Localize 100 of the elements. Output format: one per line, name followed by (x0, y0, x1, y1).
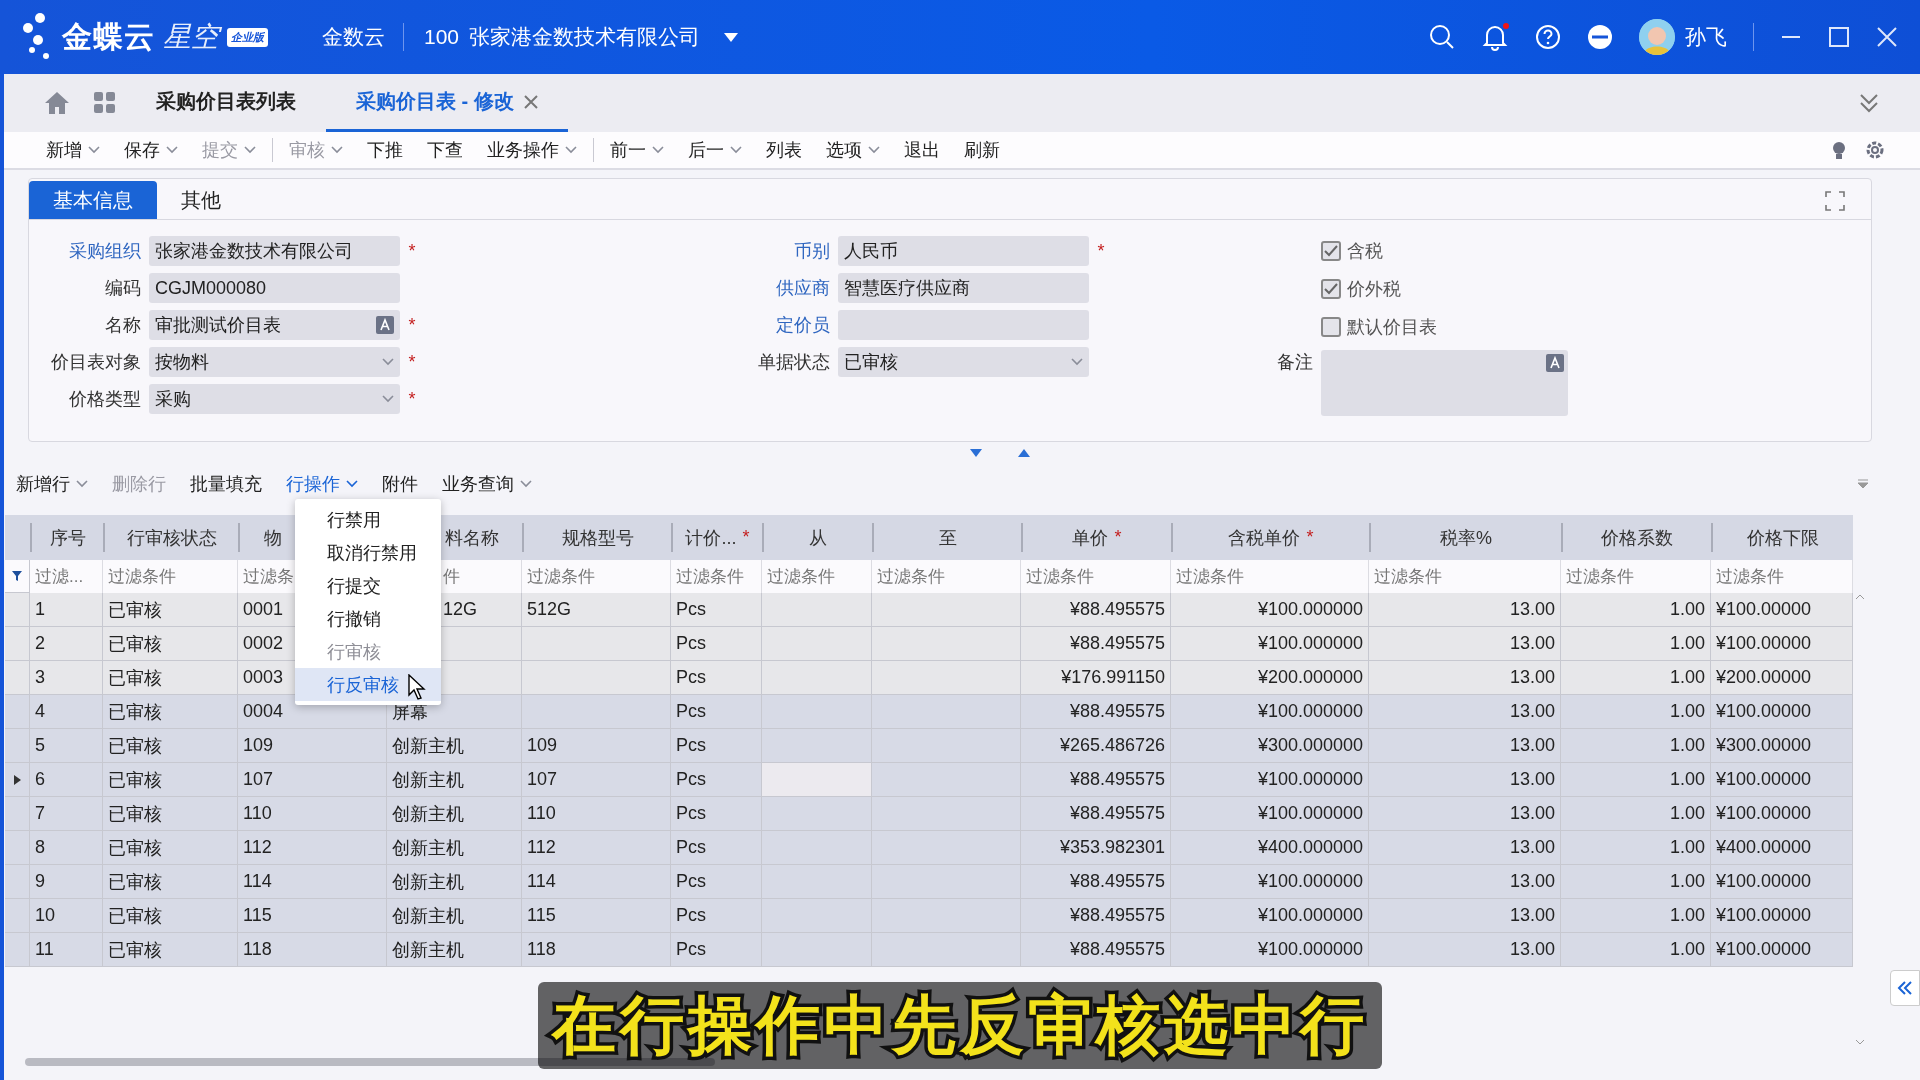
select-field[interactable]: 按物料 (149, 347, 400, 377)
form-tab[interactable]: 其他 (157, 181, 245, 219)
table-cell: ¥88.495575 (1069, 939, 1165, 960)
collapse-up-icon[interactable] (1018, 449, 1030, 457)
toolbar-button[interactable]: 前一 (598, 138, 676, 162)
table-cell: ¥100.00000 (1716, 599, 1812, 620)
table-cell: 1.00 (1669, 633, 1705, 654)
required-mark: * (408, 240, 416, 262)
column-header[interactable]: 单价 * (1021, 523, 1171, 552)
table-cell-text: 创新主机 (392, 904, 464, 928)
table-cell: 13.00 (1509, 803, 1555, 824)
field-label[interactable]: 币别 (682, 239, 838, 263)
tenant-name[interactable]: 金数云 (322, 23, 404, 51)
table-cell: 8 (35, 837, 45, 858)
table-cell-text: 已审核 (108, 734, 162, 758)
maximize-icon[interactable] (1828, 26, 1850, 48)
column-header[interactable]: 计价... * (671, 523, 762, 552)
sort-icon[interactable] (1858, 478, 1868, 489)
column-header[interactable]: 含税单价 * (1171, 523, 1369, 552)
table-cell: 13.00 (1509, 599, 1555, 620)
toolbar-button[interactable]: 新增 (34, 138, 112, 162)
grid-toolbar-button[interactable]: 行操作 (274, 471, 370, 496)
table-row[interactable]: 11 已审核 118 创新主机 118 Pcs ¥88.495575 ¥100.000000 13.00 1.00 ¥100.00000 (5, 933, 1853, 967)
double-chevron-left-icon[interactable] (1897, 981, 1913, 995)
checkbox[interactable] (1321, 241, 1341, 261)
mouse-cursor-icon (408, 674, 426, 700)
toolbar-button[interactable]: 业务操作 (475, 138, 589, 162)
remark-field[interactable] (1321, 350, 1568, 416)
column-header[interactable]: 税率% (1369, 523, 1561, 552)
column-header[interactable]: 序号 (30, 523, 103, 552)
select-field[interactable]: 已审核 (838, 347, 1089, 377)
notification-bell-icon[interactable] (1481, 23, 1509, 51)
expand-side-button[interactable] (1890, 970, 1920, 1006)
checkbox[interactable] (1321, 279, 1341, 299)
column-header[interactable]: 价格系数 (1561, 523, 1711, 552)
filter-icon[interactable] (12, 571, 22, 581)
grid-toolbar-button[interactable]: 业务查询 (430, 471, 544, 496)
table-cell: 13.00 (1509, 633, 1555, 654)
column-header[interactable]: 规格型号 (522, 523, 671, 552)
help-icon[interactable] (1535, 24, 1561, 50)
table-row[interactable]: 6 已审核 107 创新主机 107 Pcs ¥88.495575 ¥100.000000 13.00 1.00 ¥100.00000 (5, 763, 1853, 797)
table-cell: ¥400.00000 (1716, 837, 1812, 858)
field-label[interactable]: 采购组织 (29, 239, 149, 263)
table-cell: 114 (243, 871, 272, 892)
form-tab[interactable]: 基本信息 (29, 181, 157, 219)
table-cell: 0001 (243, 599, 284, 620)
toolbar-button[interactable]: 保存 (112, 138, 190, 162)
org-code[interactable]: 100 (424, 25, 460, 49)
column-header[interactable]: 价格下限 (1711, 523, 1853, 552)
close-icon[interactable] (523, 94, 538, 109)
more-icon[interactable] (1587, 24, 1613, 50)
page-tab[interactable]: 采购价目表列表 (126, 74, 326, 132)
input-field[interactable]: 人民币 (838, 236, 1089, 266)
table-row[interactable]: 7 已审核 110 创新主机 110 Pcs ¥88.495575 ¥100.000000 13.00 1.00 ¥100.00000 (5, 797, 1853, 831)
chevron-down-icon (346, 479, 358, 488)
grid-toolbar-button[interactable]: 新增行 (4, 471, 100, 496)
field-label[interactable]: 定价员 (682, 313, 838, 337)
user-name[interactable]: 孙飞 (1685, 23, 1727, 51)
table-cell: Pcs (676, 803, 706, 824)
field-label[interactable]: 供应商 (682, 276, 838, 300)
input-field[interactable] (838, 310, 1089, 340)
input-field[interactable]: CGJM000080 (149, 273, 400, 303)
input-field[interactable]: 智慧医疗供应商 (838, 273, 1089, 303)
toolbar-button[interactable]: 后一 (676, 138, 754, 162)
double-chevron-icon[interactable] (1858, 92, 1880, 114)
toolbar-button[interactable]: 选项 (814, 138, 892, 162)
checkbox[interactable] (1321, 317, 1341, 337)
search-icon[interactable] (1429, 24, 1455, 50)
table-row[interactable]: 5 已审核 109 创新主机 109 Pcs ¥265.486726 ¥300.000000 13.00 1.00 ¥300.00000 (5, 729, 1853, 763)
toolbar-button[interactable]: 下推 (355, 138, 415, 162)
toolbar-button[interactable]: 下查 (415, 138, 475, 162)
select-field[interactable]: 采购 (149, 384, 400, 414)
apps-grid-icon[interactable] (94, 92, 116, 114)
collapse-down-icon[interactable] (970, 449, 982, 457)
grid-toolbar-button[interactable]: 批量填充 (178, 471, 274, 496)
menu-item[interactable]: 行反审核 (295, 668, 441, 701)
input-field[interactable]: 张家港金数技术有限公司 (149, 236, 400, 266)
table-row[interactable]: 10 已审核 115 创新主机 115 Pcs ¥88.495575 ¥100.000000 13.00 1.00 ¥100.00000 (5, 899, 1853, 933)
required-mark: * (408, 351, 416, 373)
table-cell-text: 创新主机 (392, 802, 464, 826)
settings-icon[interactable] (1864, 139, 1886, 161)
grid-toolbar-button[interactable]: 附件 (370, 471, 430, 496)
dropdown-icon[interactable] (724, 32, 739, 42)
home-icon[interactable] (44, 91, 70, 115)
input-field[interactable]: 审批测试价目表 (149, 310, 400, 340)
table-cell: Pcs (676, 701, 706, 722)
org-name[interactable]: 张家港金数技术有限公司 (469, 23, 701, 51)
table-row[interactable]: 8 已审核 112 创新主机 112 Pcs ¥353.982301 ¥400.000000 13.00 1.00 ¥400.00000 (5, 831, 1853, 865)
column-header[interactable]: 行审核状态 (103, 523, 238, 552)
fullscreen-icon[interactable] (1825, 191, 1845, 211)
multilanguage-icon[interactable] (376, 316, 394, 334)
multilanguage-icon[interactable] (1546, 354, 1564, 372)
toolbar-button[interactable]: 退出 (892, 138, 952, 162)
required-mark: * (408, 314, 416, 336)
toolbar-button[interactable]: 刷新 (952, 138, 1012, 162)
avatar-icon[interactable] (1639, 19, 1675, 55)
column-header[interactable]: 至 (872, 523, 1021, 552)
column-header[interactable]: 从 (762, 523, 872, 552)
table-row[interactable]: 9 已审核 114 创新主机 114 Pcs ¥88.495575 ¥100.000000 13.00 1.00 ¥100.00000 (5, 865, 1853, 899)
toolbar-button[interactable]: 列表 (754, 138, 814, 162)
